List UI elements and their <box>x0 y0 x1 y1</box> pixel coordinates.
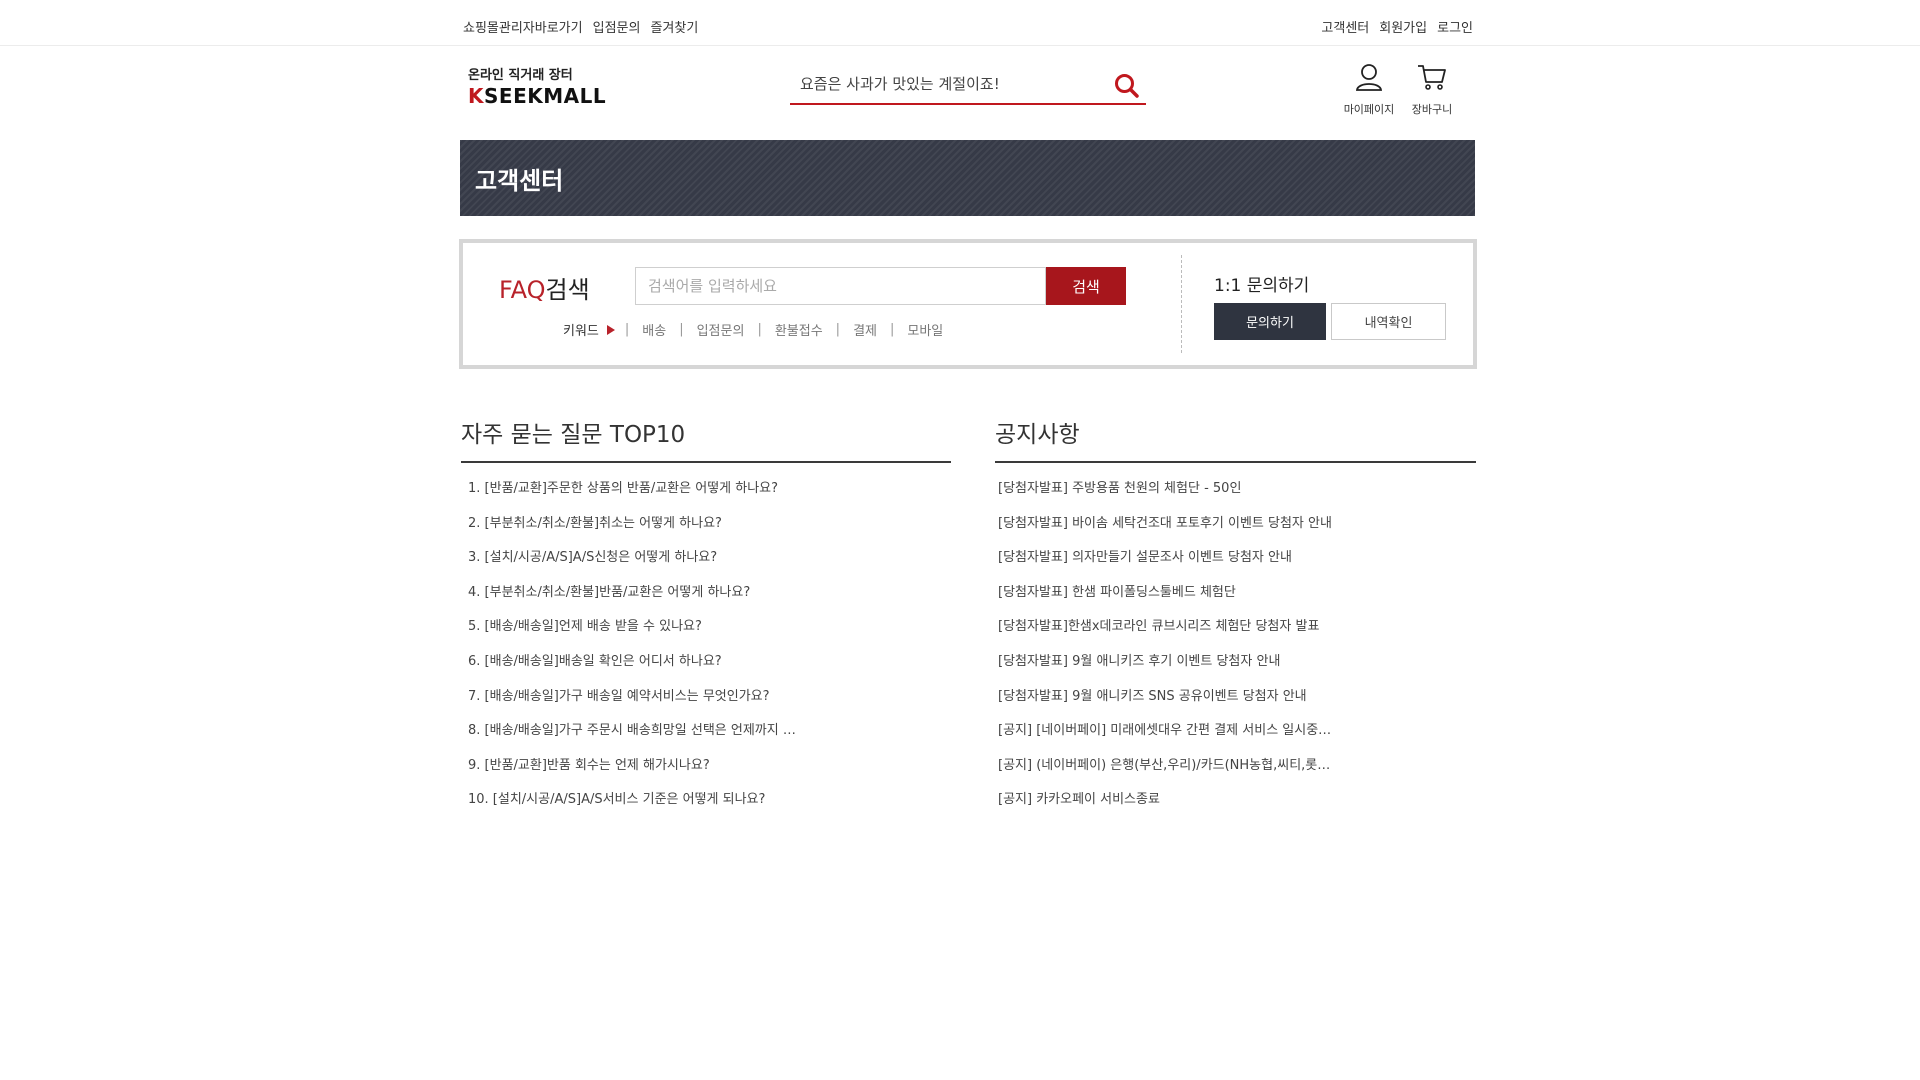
faq-top10-title: 자주 묻는 질문 TOP10 <box>461 415 951 463</box>
faq-search-button[interactable]: 검색 <box>1046 267 1126 305</box>
bookmark-link[interactable]: 즐겨찾기 <box>650 17 698 36</box>
faq-list: 1. [반품/교환]주문한 상품의 반품/교환은 어떻게 하나요? 2. [부분… <box>461 477 951 823</box>
keyword-payment[interactable]: 결제 <box>853 320 877 339</box>
faq-item[interactable]: 7. [배송/배송일]가구 배송일 예약서비스는 무엇인가요? <box>461 685 951 720</box>
notice-panel: 공지사항 [당첨자발표] 주방용품 천원의 체험단 - 50인 [당첨자발표] … <box>995 415 1476 823</box>
header-search-input[interactable] <box>790 66 1100 102</box>
notice-item[interactable]: [공지] (네이버페이) 은행(부산,우리)/카드(NH농협,씨티,롯… <box>995 754 1476 789</box>
inquiry-title: 1:1 문의하기 <box>1214 276 1310 296</box>
keyword-bar: 키워드 | 배송 | 입점문의 | 환불접수 | 결제 | 모바일 <box>563 320 944 339</box>
faq-item[interactable]: 4. [부분취소/취소/환불]반품/교환은 어떻게 하나요? <box>461 581 951 616</box>
notice-item[interactable]: [당첨자발표] 주방용품 천원의 체험단 - 50인 <box>995 477 1476 512</box>
notice-item[interactable]: [공지] [네이버페이] 미래에셋대우 간편 결제 서비스 일시중… <box>995 719 1476 754</box>
user-icon <box>1355 64 1383 91</box>
page-banner: 고객센터 <box>460 140 1475 216</box>
faq-item[interactable]: 10. [설치/시공/A/S]A/S서비스 기준은 어떻게 되나요? <box>461 788 951 823</box>
keyword-label: 키워드 <box>563 324 599 339</box>
faq-item[interactable]: 5. [배송/배송일]언제 배송 받을 수 있나요? <box>461 615 951 650</box>
keyword-store-inquiry[interactable]: 입점문의 <box>697 320 745 339</box>
notice-item[interactable]: [공지] 카카오페이 서비스종료 <box>995 788 1476 823</box>
faq-item[interactable]: 2. [부분취소/취소/환불]취소는 어떻게 하나요? <box>461 512 951 547</box>
faq-item[interactable]: 9. [반품/교환]반품 회수는 언제 해가시나요? <box>461 754 951 789</box>
header-search <box>790 66 1146 105</box>
faq-top10-panel: 자주 묻는 질문 TOP10 1. [반품/교환]주문한 상품의 반품/교환은 … <box>461 415 951 823</box>
signup-link[interactable]: 회원가입 <box>1379 17 1427 36</box>
topbar-right-links: 고객센터 회원가입 로그인 <box>1321 17 1473 36</box>
faq-item[interactable]: 6. [배송/배송일]배송일 확인은 어디서 하나요? <box>461 650 951 685</box>
divider <box>1181 255 1182 353</box>
notice-item[interactable]: [당첨자발표]한샘x데코라인 큐브시리즈 체험단 당첨자 발표 <box>995 615 1476 650</box>
keyword-mobile[interactable]: 모바일 <box>907 320 943 339</box>
page-title: 고객센터 <box>475 167 564 195</box>
faq-item[interactable]: 3. [설치/시공/A/S]A/S신청은 어떻게 하나요? <box>461 546 951 581</box>
keyword-shipping[interactable]: 배송 <box>642 320 666 339</box>
notice-title: 공지사항 <box>995 415 1476 463</box>
notice-item[interactable]: [당첨자발표] 9월 애니키즈 SNS 공유이벤트 당첨자 안내 <box>995 685 1476 720</box>
logo-tagline: 온라인 직거래 장터 <box>468 68 573 83</box>
cart-button[interactable]: 장바구니 <box>1404 62 1460 117</box>
faq-search-input[interactable] <box>635 267 1046 305</box>
notice-item[interactable]: [당첨자발표] 한샘 파이폴딩스툴베드 체험단 <box>995 581 1476 616</box>
customer-center-link[interactable]: 고객센터 <box>1321 17 1369 36</box>
site-logo[interactable]: 온라인 직거래 장터 KSEEKMALL <box>468 64 618 108</box>
store-inquiry-link[interactable]: 입점문의 <box>593 17 641 36</box>
triangle-right-icon <box>606 324 615 335</box>
notice-item[interactable]: [당첨자발표] 9월 애니키즈 후기 이벤트 당첨자 안내 <box>995 650 1476 685</box>
top-utility-bar: 쇼핑몰관리자바로가기 입점문의 즐겨찾기 고객센터 회원가입 로그인 <box>0 0 1920 46</box>
login-link[interactable]: 로그인 <box>1437 17 1473 36</box>
faq-item[interactable]: 8. [배송/배송일]가구 주문시 배송희망일 선택은 언제까지 … <box>461 719 951 754</box>
keyword-refund[interactable]: 환불접수 <box>775 320 823 339</box>
cart-label: 장바구니 <box>1411 103 1453 116</box>
topbar-left-links: 쇼핑몰관리자바로가기 입점문의 즐겨찾기 <box>463 17 698 36</box>
search-icon[interactable] <box>1112 71 1142 101</box>
logo-name: KSEEKMALL <box>468 84 607 108</box>
notice-list: [당첨자발표] 주방용품 천원의 체험단 - 50인 [당첨자발표] 바이솜 세… <box>995 477 1476 823</box>
notice-item[interactable]: [당첨자발표] 의자만들기 설문조사 이벤트 당첨자 안내 <box>995 546 1476 581</box>
ask-button[interactable]: 문의하기 <box>1214 303 1326 340</box>
faq-search-title: FAQ검색 <box>499 276 590 304</box>
faq-search-box: FAQ검색 검색 키워드 | 배송 | 입점문의 | 환불접수 | 결제 | 모… <box>459 239 1477 369</box>
faq-item[interactable]: 1. [반품/교환]주문한 상품의 반품/교환은 어떻게 하나요? <box>461 477 951 512</box>
history-button[interactable]: 내역확인 <box>1331 303 1446 340</box>
notice-item[interactable]: [당첨자발표] 바이솜 세탁건조대 포토후기 이벤트 당첨자 안내 <box>995 512 1476 547</box>
cart-icon <box>1418 65 1446 90</box>
admin-link[interactable]: 쇼핑몰관리자바로가기 <box>463 17 583 36</box>
mypage-button[interactable]: 마이페이지 <box>1341 62 1397 117</box>
mypage-label: 마이페이지 <box>1343 103 1395 116</box>
